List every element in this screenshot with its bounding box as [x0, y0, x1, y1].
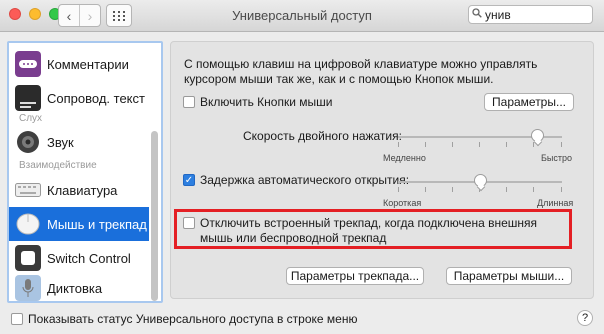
search-text: унив: [485, 7, 511, 22]
sidebar-item-label: Мышь и трекпад: [47, 216, 147, 232]
sidebar-item-label: Звук: [47, 134, 74, 150]
double-click-min-label: Медленно: [383, 153, 426, 163]
mouse-icon: [15, 211, 41, 237]
trackpad-options-button[interactable]: Параметры трекпада...: [286, 267, 424, 285]
sidebar-item-comments[interactable]: Комментарии: [9, 47, 149, 81]
speaker-icon: [15, 129, 41, 155]
mouse-keys-options-button[interactable]: Параметры...: [484, 93, 574, 111]
spring-delay-checkbox[interactable]: ✓: [183, 174, 195, 186]
ignore-trackpad-checkbox[interactable]: [183, 217, 195, 229]
sidebar-scrollbar[interactable]: [151, 131, 158, 301]
microphone-icon: [15, 275, 41, 301]
sidebar-item-keyboard[interactable]: Клавиатура: [9, 173, 149, 207]
sidebar-item-label: Комментарии: [47, 56, 129, 72]
sidebar-item-mouse-trackpad[interactable]: Мышь и трекпад: [9, 207, 149, 241]
double-click-max-label: Быстро: [541, 153, 573, 163]
comments-icon: [15, 51, 41, 77]
sidebar-header-interaction: Взаимодействие: [19, 160, 97, 171]
sidebar-item-label: Сопровод. текст: [47, 90, 145, 106]
keyboard-icon: [15, 177, 41, 203]
sidebar-item-label: Switch Control: [47, 250, 131, 266]
intro-text: С помощью клавиш на цифровой клавиатуре …: [184, 57, 538, 86]
search-input[interactable]: унив: [468, 5, 593, 24]
double-click-slider-knob[interactable]: [530, 129, 544, 142]
preferences-window: ‹ › Универсальный доступ унив Комментари…: [0, 0, 604, 334]
switch-control-icon: [15, 245, 41, 271]
sidebar-item-label: Клавиатура: [47, 182, 118, 198]
spring-delay-label: Задержка автоматического открытия:: [200, 173, 410, 187]
search-icon: [469, 8, 485, 21]
help-button[interactable]: ?: [577, 310, 593, 326]
sidebar-item-dictation[interactable]: Диктовка: [9, 271, 149, 301]
sidebar-header-hearing: Слух: [19, 113, 43, 124]
spring-delay-slider-knob[interactable]: [473, 174, 487, 187]
toolbar: ‹ › Универсальный доступ унив: [0, 0, 604, 32]
mouse-options-button[interactable]: Параметры мыши...: [446, 267, 572, 285]
sidebar-item-captions[interactable]: Сопровод. текст: [9, 81, 149, 115]
ignore-trackpad-label: Отключить встроенный трекпад, когда подк…: [200, 216, 538, 245]
show-status-label: Показывать статус Универсального доступа…: [28, 312, 358, 326]
sidebar-item-label: Диктовка: [47, 280, 103, 296]
mouse-keys-label: Включить Кнопки мыши: [200, 95, 333, 109]
sidebar: Комментарии Сопровод. текст Слух Звук Вз…: [7, 41, 163, 303]
mouse-keys-checkbox[interactable]: [183, 96, 195, 108]
sidebar-item-switch-control[interactable]: Switch Control: [9, 241, 149, 275]
show-status-checkbox[interactable]: [11, 313, 23, 325]
sidebar-item-sound[interactable]: Звук: [9, 125, 149, 159]
captions-icon: [15, 85, 41, 111]
double-click-label: Скорость двойного нажатия:: [243, 129, 402, 143]
